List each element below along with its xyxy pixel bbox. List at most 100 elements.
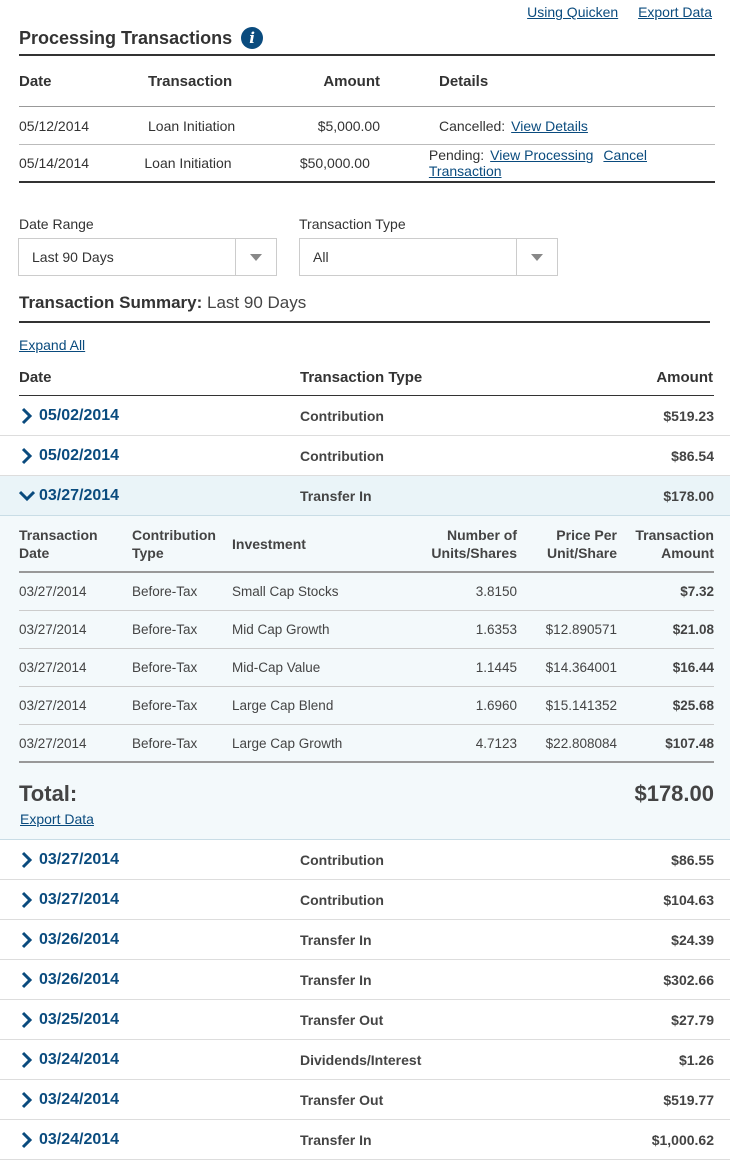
header-details: Details: [439, 72, 489, 90]
transaction-type-select[interactable]: All: [299, 238, 558, 276]
header-amount: Amount: [656, 369, 713, 386]
row-date[interactable]: 03/26/2014: [39, 971, 119, 989]
row-amount: $178.00: [663, 487, 714, 504]
detail-units: 1.1445: [475, 660, 517, 675]
row-amount: $519.23: [663, 407, 714, 424]
table-row[interactable]: 03/24/2014 Transfer In $1,000.62: [0, 1120, 730, 1160]
expanded-detail-panel: Transaction Date Contribution Type Investm…: [0, 516, 730, 840]
row-details: Pending: View Processing Cancel Transactio…: [429, 147, 715, 179]
detail-units: 1.6960: [475, 698, 517, 713]
expand-all-link[interactable]: Expand All: [19, 337, 85, 353]
detail-date: 03/27/2014: [19, 622, 87, 637]
row-date-toggle[interactable]: 03/27/2014: [19, 487, 300, 505]
view-details-link[interactable]: View Details: [511, 118, 588, 134]
caret-down-icon[interactable]: [235, 239, 276, 275]
chevron-right-icon: [21, 1131, 33, 1148]
row-status: Cancelled:: [439, 117, 506, 134]
table-row-expanded[interactable]: 03/27/2014 Transfer In $178.00: [0, 476, 730, 516]
chevron-right-icon: [21, 931, 33, 948]
row-date[interactable]: 03/27/2014: [39, 851, 119, 869]
detail-date: 03/27/2014: [19, 660, 87, 675]
processing-row: 05/12/2014 Loan Initiation $5,000.00 Can…: [19, 107, 715, 145]
summary-title-label: Transaction Summary:: [19, 293, 203, 312]
top-links: Using Quicken Export Data: [511, 4, 712, 20]
table-row[interactable]: 05/02/2014 Contribution $86.54: [0, 436, 730, 476]
row-date-toggle[interactable]: 03/27/2014: [19, 851, 300, 869]
detail-contribution-type: Before-Tax: [132, 735, 198, 751]
detail-amount: $21.08: [672, 622, 714, 637]
header-price: Price Per Unit/Share: [546, 526, 617, 561]
total-section: Total: $178.00 Export Data: [19, 763, 714, 839]
detail-row: 03/27/2014 Before-Tax Large Cap Blend 1.…: [19, 687, 714, 725]
table-row[interactable]: 03/24/2014 Transfer Out $519.77: [0, 1080, 730, 1120]
row-amount: $519.77: [663, 1091, 714, 1108]
detail-investment: Large Cap Growth: [232, 735, 343, 751]
detail-amount: $16.44: [672, 660, 714, 675]
row-details: Cancelled: View Details: [439, 118, 588, 134]
row-date[interactable]: 05/02/2014: [39, 407, 119, 425]
chevron-right-icon: [21, 1051, 33, 1068]
using-quicken-link[interactable]: Using Quicken: [527, 4, 618, 20]
row-date-toggle[interactable]: 03/24/2014: [19, 1131, 300, 1149]
row-date[interactable]: 03/24/2014: [39, 1091, 119, 1109]
transaction-summary-table: Date Transaction Type Amount 05/02/2014 …: [0, 360, 730, 1160]
date-range-value: Last 90 Days: [32, 249, 114, 265]
export-data-link[interactable]: Export Data: [20, 811, 94, 827]
detail-investment: Mid-Cap Value: [232, 660, 321, 675]
row-date-toggle[interactable]: 03/24/2014: [19, 1091, 300, 1109]
processing-table: Date Transaction Amount Details 05/12/20…: [19, 54, 715, 183]
row-type: Transfer In: [300, 1131, 372, 1148]
table-row[interactable]: 03/24/2014 Dividends/Interest $1.26: [0, 1040, 730, 1080]
header-date: Date: [19, 72, 52, 90]
row-date[interactable]: 03/24/2014: [39, 1131, 119, 1149]
info-icon[interactable]: i: [241, 27, 264, 49]
detail-contribution-type: Before-Tax: [132, 584, 198, 599]
total-amount: $178.00: [634, 781, 714, 806]
detail-contribution-type: Before-Tax: [132, 698, 198, 713]
table-row[interactable]: 03/26/2014 Transfer In $24.39: [0, 920, 730, 960]
row-date-toggle[interactable]: 05/02/2014: [19, 447, 300, 465]
row-date-toggle[interactable]: 05/02/2014: [19, 407, 300, 425]
chevron-right-icon: [21, 1091, 33, 1108]
processing-title: Processing Transactions i: [19, 27, 264, 49]
row-type: Contribution: [300, 407, 384, 424]
date-range-select[interactable]: Last 90 Days: [18, 238, 277, 276]
detail-row: 03/27/2014 Before-Tax Mid Cap Growth 1.6…: [19, 611, 714, 649]
summary-title: Transaction Summary: Last 90 Days: [19, 293, 710, 323]
table-row[interactable]: 03/27/2014 Contribution $86.55: [0, 840, 730, 880]
table-row[interactable]: 03/25/2014 Transfer Out $27.79: [0, 1000, 730, 1040]
detail-row: 03/27/2014 Before-Tax Small Cap Stocks 3…: [19, 573, 714, 611]
row-date: 05/14/2014: [19, 155, 90, 171]
chevron-right-icon: [21, 1011, 33, 1028]
row-date[interactable]: 03/26/2014: [39, 931, 119, 949]
export-data-link[interactable]: Export Data: [638, 4, 712, 20]
row-status: Pending:: [428, 147, 485, 163]
table-row[interactable]: 03/26/2014 Transfer In $302.66: [0, 960, 730, 1000]
row-date-toggle[interactable]: 03/26/2014: [19, 971, 300, 989]
row-date[interactable]: 03/27/2014: [39, 891, 119, 909]
table-row[interactable]: 05/02/2014 Contribution $519.23: [0, 396, 730, 436]
detail-amount: $25.68: [672, 698, 714, 713]
view-processing-link[interactable]: View Processing: [490, 147, 593, 163]
header-units: Number of Units/Shares: [431, 526, 517, 561]
row-amount: $27.79: [671, 1011, 714, 1028]
chevron-right-icon: [21, 851, 33, 868]
row-date[interactable]: 03/27/2014: [39, 487, 119, 505]
row-type: Transfer In: [300, 487, 372, 504]
row-date-toggle[interactable]: 03/24/2014: [19, 1051, 300, 1069]
row-date[interactable]: 03/24/2014: [39, 1051, 119, 1069]
row-type: Transfer In: [300, 971, 372, 988]
row-amount: $302.66: [663, 971, 714, 988]
row-date-toggle[interactable]: 03/26/2014: [19, 931, 300, 949]
detail-units: 3.8150: [475, 584, 517, 599]
row-date-toggle[interactable]: 03/25/2014: [19, 1011, 300, 1029]
row-date-toggle[interactable]: 03/27/2014: [19, 891, 300, 909]
transaction-type-value: All: [313, 249, 329, 265]
row-date[interactable]: 05/02/2014: [39, 447, 119, 465]
row-transaction: Loan Initiation: [144, 155, 232, 171]
row-date[interactable]: 03/25/2014: [39, 1011, 119, 1029]
detail-investment: Small Cap Stocks: [232, 584, 339, 599]
row-type: Transfer Out: [300, 1091, 384, 1108]
caret-down-icon[interactable]: [516, 239, 557, 275]
table-row[interactable]: 03/27/2014 Contribution $104.63: [0, 880, 730, 920]
